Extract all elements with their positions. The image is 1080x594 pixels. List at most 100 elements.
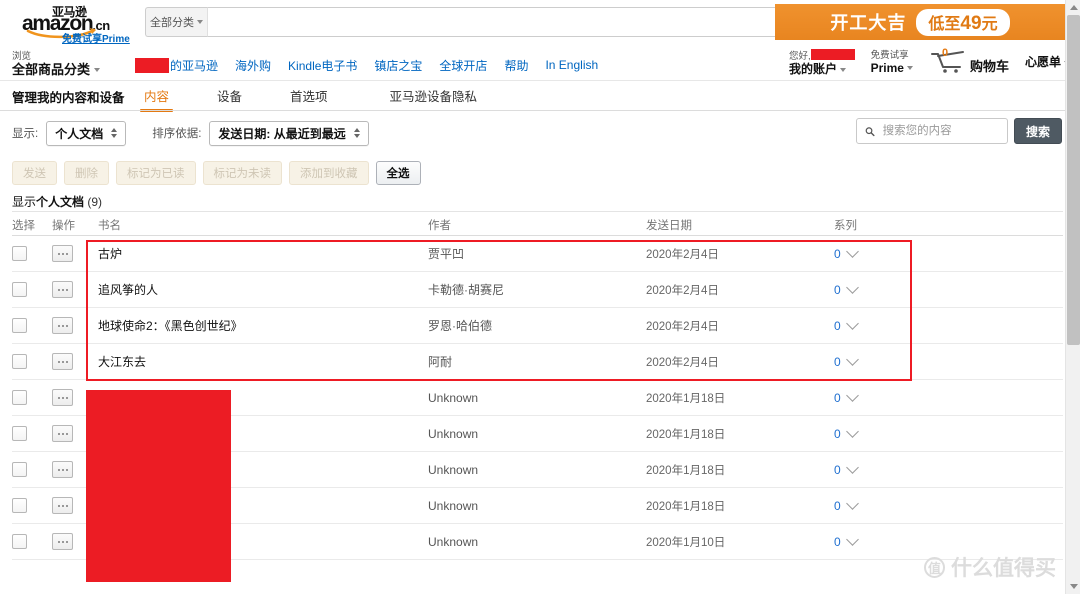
row-series-toggle[interactable]: 0 xyxy=(834,245,954,261)
row-more-actions-button[interactable] xyxy=(52,461,73,478)
scroll-down-button[interactable] xyxy=(1066,579,1080,594)
row-series-toggle[interactable]: 0 xyxy=(834,533,954,549)
tab-preferences[interactable]: 首选项 xyxy=(280,80,338,112)
row-title: 追风筝的人 xyxy=(98,283,159,297)
row-series-toggle[interactable]: 0 xyxy=(834,317,954,333)
row-more-actions-button[interactable] xyxy=(52,353,73,370)
row-series-cell: 0 xyxy=(834,353,954,369)
content-search-button[interactable]: 搜索 xyxy=(1013,118,1062,144)
row-checkbox[interactable] xyxy=(12,426,27,441)
row-checkbox[interactable] xyxy=(12,498,27,513)
tab-devices[interactable]: 设备 xyxy=(207,80,252,112)
nav-link-store-treasure[interactable]: 镇店之宝 xyxy=(374,57,422,74)
show-filter-dropdown[interactable]: 个人文档 xyxy=(46,120,127,146)
row-series-cell: 0 xyxy=(834,245,954,261)
row-checkbox[interactable] xyxy=(12,318,27,333)
column-header-date: 发送日期 xyxy=(646,219,692,232)
content-search: 搜索 xyxy=(855,118,1062,144)
row-checkbox[interactable] xyxy=(12,246,27,261)
search-category-dropdown[interactable]: 全部分类 xyxy=(145,7,207,37)
row-series-cell: 0 xyxy=(834,425,954,441)
row-checkbox[interactable] xyxy=(12,534,27,549)
mark-as-unread-button[interactable]: 标记为未读 xyxy=(202,161,282,185)
delete-button[interactable]: 删除 xyxy=(64,161,109,185)
row-checkbox[interactable] xyxy=(12,282,27,297)
row-checkbox[interactable] xyxy=(12,462,27,477)
row-title: 古炉 xyxy=(98,247,123,261)
tab-content[interactable]: 内容 xyxy=(134,80,179,112)
prime-trial-link[interactable]: 免费试享Prime xyxy=(62,30,130,45)
row-series-cell: 0 xyxy=(834,497,954,513)
column-header-series: 系列 xyxy=(834,219,857,232)
row-action-cell xyxy=(52,353,98,370)
browse-all-categories[interactable]: 浏览 全部商品分类 xyxy=(12,51,101,78)
row-author: Unknown xyxy=(428,462,479,477)
row-series-toggle[interactable]: 0 xyxy=(834,461,954,477)
nav-link-my-amazon[interactable]: 的亚马逊 xyxy=(135,57,218,74)
row-author: Unknown xyxy=(428,534,479,549)
row-series-toggle[interactable]: 0 xyxy=(834,425,954,441)
nav-link-global-selling[interactable]: 全球开店 xyxy=(439,57,487,74)
row-more-actions-button[interactable] xyxy=(52,317,73,334)
chevron-down-icon xyxy=(845,389,859,402)
category-nav: 浏览 全部商品分类 的亚马逊 海外购 Kindle电子书 镇店之宝 全球开店 帮… xyxy=(0,50,1065,80)
chevron-down-icon xyxy=(197,20,203,24)
chevron-down-icon xyxy=(845,497,859,510)
table-row: 大江东去 阿耐 2020年2月4日 0 xyxy=(12,344,1063,380)
content-search-input[interactable] xyxy=(880,124,999,138)
updown-arrows-icon xyxy=(111,128,118,138)
page-root: 亚马逊 amazon.cn 免费试享Prime 全部分类 开工大吉 低至49元 xyxy=(0,0,1080,594)
redacted-nav-name xyxy=(135,57,170,73)
chevron-down-icon xyxy=(845,461,859,474)
row-author: 罗恩·哈伯德 xyxy=(428,319,492,333)
row-author: 贾平凹 xyxy=(428,247,465,261)
row-checkbox[interactable] xyxy=(12,390,27,405)
row-title: 大江东去 xyxy=(98,355,147,369)
scrollbar-thumb[interactable] xyxy=(1067,15,1080,345)
row-series-toggle[interactable]: 0 xyxy=(834,389,954,405)
send-button[interactable]: 发送 xyxy=(12,161,57,185)
tab-device-privacy[interactable]: 亚马逊设备隐私 xyxy=(380,80,488,112)
row-date: 2020年1月18日 xyxy=(646,428,726,441)
redaction-block-titles xyxy=(86,390,231,582)
table-row: 地球使命2：《黑色创世纪》 罗恩·哈伯德 2020年2月4日 0 xyxy=(12,308,1063,344)
sort-filter-dropdown[interactable]: 发送日期: 从最近到最远 xyxy=(209,120,369,146)
row-checkbox[interactable] xyxy=(12,354,27,369)
row-series-toggle[interactable]: 0 xyxy=(834,281,954,297)
row-series-toggle[interactable]: 0 xyxy=(834,353,954,369)
row-series-count: 0 xyxy=(834,534,841,549)
row-series-count: 0 xyxy=(834,246,841,261)
nav-link-kindle-ebooks[interactable]: Kindle电子书 xyxy=(288,57,357,74)
tabs-underline xyxy=(0,110,1065,111)
row-more-actions-button[interactable] xyxy=(52,245,73,262)
row-more-actions-button[interactable] xyxy=(52,425,73,442)
amazon-logo[interactable]: 亚马逊 amazon.cn 免费试享Prime xyxy=(0,0,145,45)
content-search-box[interactable] xyxy=(855,118,1008,144)
row-select-cell xyxy=(12,534,52,549)
select-all-button[interactable]: 全选 xyxy=(375,161,421,185)
nav-link-help[interactable]: 帮助 xyxy=(504,57,528,74)
row-title: 地球使命2：《黑色创世纪》 xyxy=(98,319,243,333)
row-more-actions-button[interactable] xyxy=(52,389,73,406)
nav-link-in-english[interactable]: In English xyxy=(545,58,598,72)
row-more-actions-button[interactable] xyxy=(52,497,73,514)
promo-price-pill: 低至49元 xyxy=(916,8,1010,36)
nav-link-overseas[interactable]: 海外购 xyxy=(235,57,271,74)
row-more-actions-button[interactable] xyxy=(52,281,73,298)
promo-banner[interactable]: 开工大吉 低至49元 xyxy=(775,4,1065,40)
column-header-title: 书名 xyxy=(98,219,121,232)
row-more-actions-button[interactable] xyxy=(52,533,73,550)
row-action-cell xyxy=(52,245,98,262)
row-series-toggle[interactable]: 0 xyxy=(834,497,954,513)
row-series-count: 0 xyxy=(834,462,841,477)
page-scrollbar[interactable] xyxy=(1065,0,1080,594)
row-action-cell xyxy=(52,317,98,334)
promo-amount: 49 xyxy=(960,12,982,34)
add-to-collection-button[interactable]: 添加到收藏 xyxy=(289,161,369,185)
scroll-up-button[interactable] xyxy=(1066,0,1080,15)
search-icon xyxy=(865,126,875,136)
chevron-down-icon xyxy=(845,281,859,294)
mark-as-read-button[interactable]: 标记为已读 xyxy=(116,161,196,185)
chevron-down-icon xyxy=(845,245,859,258)
promo-title: 开工大吉 xyxy=(830,13,907,33)
